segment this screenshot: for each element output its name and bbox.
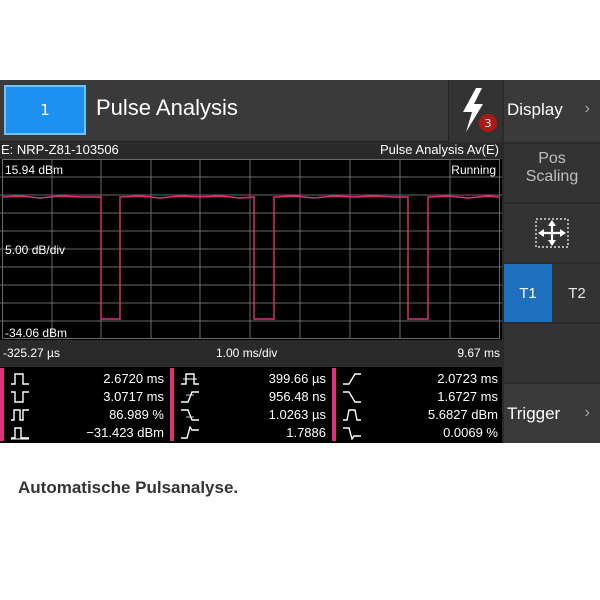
notifications-button[interactable]: 3 bbox=[448, 80, 502, 142]
result-value: 2.6720 ms bbox=[103, 371, 164, 386]
chevron-right-icon: › bbox=[584, 100, 590, 117]
result-value: 0.0069 % bbox=[443, 425, 498, 440]
page-title: Pulse Analysis bbox=[96, 95, 238, 120]
chevron-right-icon: › bbox=[584, 404, 590, 421]
base-power-icon bbox=[11, 427, 29, 440]
pulse-trace bbox=[2, 195, 500, 320]
result-value: 1.0263 µs bbox=[268, 407, 326, 422]
measurement-mode: Pulse Analysis Av(E) bbox=[380, 142, 499, 157]
result-row: −31.423 dBm bbox=[0, 424, 168, 442]
pos-label: Pos bbox=[538, 150, 566, 167]
measurement-header: E: NRP-Z81-103506 Pulse Analysis Av(E) bbox=[0, 142, 502, 159]
result-row: 1.6727 ms bbox=[332, 388, 502, 406]
reference-level: 15.94 dBm bbox=[5, 163, 64, 177]
grid bbox=[0, 159, 502, 339]
result-row: 399.66 µs bbox=[170, 370, 330, 388]
caption: Automatische Pulsanalyse. bbox=[18, 478, 239, 497]
results-column-2: 399.66 µs 956.48 ns 1.0263 µs 1.7886 bbox=[170, 367, 330, 443]
bottom-level: -34.06 dBm bbox=[5, 326, 68, 340]
notification-badge: 3 bbox=[479, 114, 497, 132]
time-per-division: 1.00 ms/div bbox=[216, 346, 278, 360]
result-value: 86.989 % bbox=[109, 407, 164, 422]
result-row: 1.7886 bbox=[170, 424, 330, 442]
display-label: Display bbox=[507, 100, 563, 119]
results-column-3: 2.0723 ms 1.6727 ms 5.6827 dBm 0.0069 % bbox=[332, 367, 502, 443]
run-status: Running bbox=[451, 163, 496, 177]
sensor-id: E: NRP-Z81-103506 bbox=[1, 142, 119, 157]
trace-plot[interactable]: 15.94 dBm Running 5.00 dB/div -34.06 dBm bbox=[0, 159, 502, 340]
trace-selector: T1 T2 bbox=[504, 264, 600, 322]
instrument-screen: 1 Pulse Analysis 3 Display › Pos Scaling… bbox=[0, 80, 600, 443]
result-value: 3.0717 ms bbox=[103, 389, 164, 404]
undershoot-icon bbox=[343, 427, 361, 440]
result-row: 5.6827 dBm bbox=[332, 406, 502, 424]
move-button[interactable] bbox=[504, 204, 600, 262]
result-row: 1.0263 µs bbox=[170, 406, 330, 424]
pulse-width-icon bbox=[11, 373, 29, 385]
display-menu-button[interactable]: Display › bbox=[504, 80, 600, 142]
result-row: 2.6720 ms bbox=[0, 370, 168, 388]
rise-time-icon bbox=[181, 391, 199, 403]
move-arrows-icon bbox=[535, 218, 569, 248]
t2-button[interactable]: T2 bbox=[554, 264, 600, 322]
falling-edge-icon bbox=[343, 391, 361, 403]
results-panel: 2.6720 ms 3.0717 ms 86.989 % −31.423 dBm… bbox=[0, 367, 502, 443]
pulse-off-time-icon bbox=[11, 391, 29, 403]
result-value: 2.0723 ms bbox=[437, 371, 498, 386]
results-column-1: 2.6720 ms 3.0717 ms 86.989 % −31.423 dBm bbox=[0, 367, 168, 443]
trigger-label: Trigger bbox=[507, 404, 561, 423]
result-value: 1.6727 ms bbox=[437, 389, 498, 404]
time-start: -325.27 µs bbox=[3, 346, 60, 360]
pulse-top-power-icon bbox=[343, 409, 361, 421]
result-row: 0.0069 % bbox=[332, 424, 502, 442]
empty-softkey[interactable] bbox=[504, 324, 600, 382]
result-row: 956.48 ns bbox=[170, 388, 330, 406]
result-value: −31.423 dBm bbox=[86, 425, 164, 440]
trigger-menu-button[interactable]: Trigger › bbox=[504, 384, 600, 443]
time-axis: -325.27 µs 1.00 ms/div 9.67 ms bbox=[0, 346, 502, 362]
trace-graph bbox=[0, 159, 502, 339]
title-bar: 1 Pulse Analysis 3 bbox=[0, 80, 502, 142]
duty-cycle-icon bbox=[11, 409, 29, 421]
result-value: 399.66 µs bbox=[268, 371, 326, 386]
scaling-label: Scaling bbox=[525, 168, 579, 185]
overshoot-icon bbox=[181, 426, 199, 439]
fall-time-icon bbox=[181, 409, 199, 421]
result-value: 5.6827 dBm bbox=[427, 407, 498, 422]
t1-button[interactable]: T1 bbox=[504, 264, 552, 322]
channel-button[interactable]: 1 bbox=[4, 85, 86, 135]
time-end: 9.67 ms bbox=[457, 346, 500, 360]
rising-edge-icon bbox=[343, 373, 361, 385]
result-value: 1.7886 bbox=[286, 425, 326, 440]
result-row: 3.0717 ms bbox=[0, 388, 168, 406]
pulse-period-icon bbox=[181, 373, 199, 385]
result-value: 956.48 ns bbox=[268, 389, 326, 404]
vertical-scale: 5.00 dB/div bbox=[5, 243, 66, 257]
pos-scaling-button[interactable]: Pos Scaling bbox=[504, 144, 600, 202]
result-row: 2.0723 ms bbox=[332, 370, 502, 388]
result-row: 86.989 % bbox=[0, 406, 168, 424]
